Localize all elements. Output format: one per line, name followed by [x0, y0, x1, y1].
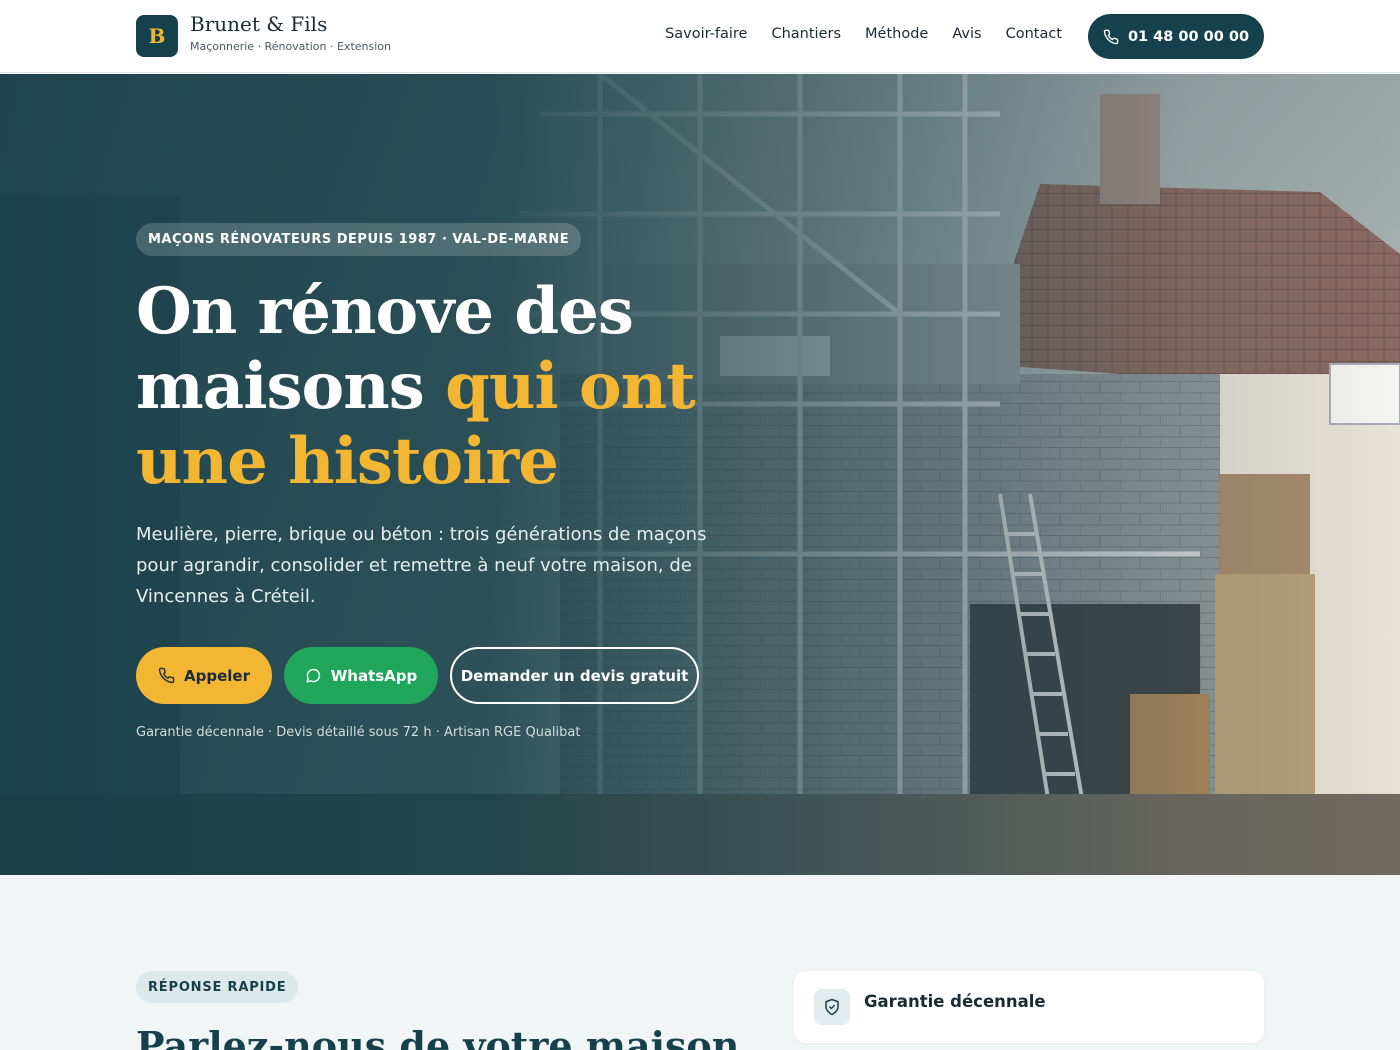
- main-nav: Savoir-faire Chantiers Méthode Avis Cont…: [665, 26, 1062, 42]
- section-badge: RÉPONSE RAPIDE: [136, 971, 299, 1003]
- card-title: Garantie décennale: [864, 992, 1046, 1011]
- hero-subtitle: Meulière, pierre, brique ou béton : troi…: [136, 524, 707, 607]
- shield-check-icon: [814, 989, 850, 1025]
- nav-link-chantiers[interactable]: Chantiers: [771, 26, 841, 42]
- call-button-label: Appeler: [184, 666, 250, 685]
- phone-icon: [1103, 29, 1119, 44]
- header-phone-label: 01 48 00 00 00: [1127, 28, 1250, 45]
- whatsapp-icon: [306, 668, 320, 683]
- whatsapp-button[interactable]: WhatsApp: [284, 647, 438, 704]
- quote-button[interactable]: Demander un devis gratuit: [450, 647, 699, 704]
- brand-name[interactable]: Brunet & Fils: [190, 12, 327, 36]
- phone-icon: [158, 667, 175, 684]
- brand-tagline: Maçonnerie · Rénovation · Extension: [190, 40, 391, 53]
- nav-link-contact[interactable]: Contact: [1006, 26, 1062, 42]
- whatsapp-button-label: WhatsApp: [330, 666, 418, 685]
- logo-icon[interactable]: B: [136, 15, 178, 57]
- quick-response-section: RÉPONSE RAPIDE Parlez-nous de votre mais…: [0, 875, 1400, 1050]
- site-header: B Brunet & Fils Maçonnerie · Rénovation …: [0, 0, 1400, 73]
- header-phone-button[interactable]: 01 48 00 00 00: [1088, 14, 1264, 59]
- section-title: Parlez-nous de votre maison: [136, 1023, 740, 1050]
- logo-letter: B: [148, 24, 166, 48]
- hero-eyebrow: MAÇONS RÉNOVATEURS DEPUIS 1987 · VAL-DE-…: [136, 223, 582, 256]
- hero-title: On rénove des maisons qui ont une histoi…: [136, 274, 836, 499]
- nav-link-avis[interactable]: Avis: [952, 26, 981, 42]
- hero-section: MAÇONS RÉNOVATEURS DEPUIS 1987 · VAL-DE-…: [0, 74, 1400, 875]
- nav-link-methode[interactable]: Méthode: [865, 26, 928, 42]
- guarantee-card: Garantie décennale: [794, 971, 1264, 1043]
- hero-assurances: Garantie décennale · Devis détaillé sous…: [136, 725, 581, 740]
- nav-link-savoir-faire[interactable]: Savoir-faire: [665, 26, 747, 42]
- call-button[interactable]: Appeler: [136, 647, 272, 704]
